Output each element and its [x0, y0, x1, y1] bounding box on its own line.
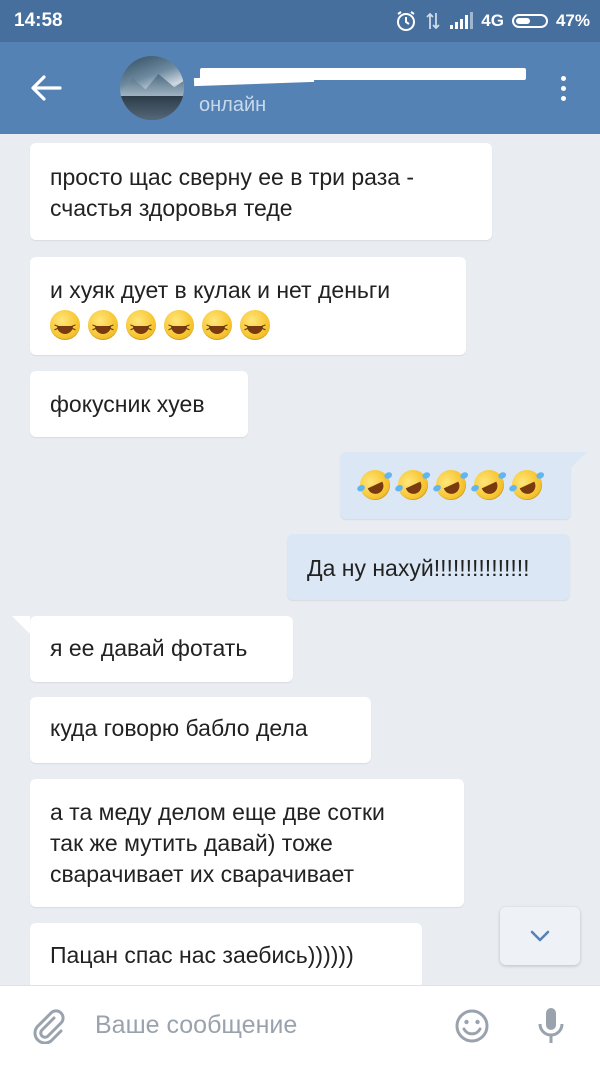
message-outgoing[interactable]: [340, 452, 571, 519]
outgoing-bubble-tail: [569, 452, 587, 470]
smiley-icon: [455, 1009, 489, 1043]
message-incoming[interactable]: просто щас сверну ее в три раза - счасть…: [30, 143, 492, 240]
emoji-button[interactable]: [454, 1008, 490, 1044]
message-incoming[interactable]: Пацан спас нас заебись)))))): [30, 923, 422, 989]
message-incoming[interactable]: фокусник хуев: [30, 371, 248, 437]
network-type: 4G: [481, 11, 504, 30]
emoji-row: [50, 310, 446, 344]
message-text: я ее давай фотать: [50, 635, 248, 661]
message-incoming[interactable]: куда говорю бабло дела: [30, 697, 371, 763]
arrow-left-icon: [31, 75, 62, 101]
battery-level: 47%: [555, 11, 590, 30]
grinning-squinting-face-icon: [50, 310, 80, 344]
microphone-icon: [538, 1008, 564, 1043]
rolling-on-floor-laughing-icon: [355, 465, 395, 505]
message-text: сварачивает их сварачивает: [50, 861, 355, 887]
message-text: Да ну нахуй!!!!!!!!!!!!!!!: [307, 555, 530, 581]
chat-header: онлайн: [0, 42, 600, 134]
message-text: и хуяк дует в кулак и нет деньги: [50, 277, 391, 303]
battery-icon: [511, 14, 548, 28]
scroll-to-bottom-button[interactable]: [500, 907, 580, 965]
message-text: фокусник хуев: [50, 391, 205, 417]
message-text: так же мутить давай) тоже: [50, 830, 333, 856]
paperclip-icon: [33, 1009, 65, 1045]
emoji-row: [355, 465, 551, 505]
message-text: Пацан спас нас заебись)))))): [50, 942, 354, 968]
attach-button[interactable]: [30, 1008, 66, 1045]
status-icons: 4G 47%: [395, 9, 590, 33]
contact-avatar[interactable]: [120, 56, 184, 120]
message-incoming[interactable]: а та меду делом еще две сотки так же мут…: [30, 779, 464, 907]
signal-icon: [449, 12, 474, 30]
grinning-squinting-face-icon: [240, 310, 270, 344]
rolling-on-floor-laughing-icon: [393, 465, 433, 505]
status-time: 14:58: [14, 10, 63, 31]
rolling-on-floor-laughing-icon: [431, 465, 471, 505]
alarm-icon: [395, 10, 417, 32]
rolling-on-floor-laughing-icon: [507, 465, 547, 505]
message-incoming[interactable]: я ее давай фотать: [30, 616, 293, 682]
message-outgoing[interactable]: Да ну нахуй!!!!!!!!!!!!!!!: [287, 534, 570, 600]
back-button[interactable]: [26, 70, 66, 106]
message-composer: Ваше сообщение: [0, 985, 600, 1067]
grinning-squinting-face-icon: [202, 310, 232, 344]
incoming-bubble-tail: [12, 616, 30, 634]
message-input[interactable]: Ваше сообщение: [95, 1011, 297, 1040]
message-text: счастья здоровья теде: [50, 195, 293, 221]
chevron-down-icon: [530, 930, 550, 942]
grinning-squinting-face-icon: [164, 310, 194, 344]
message-incoming[interactable]: и хуяк дует в кулак и нет деньги: [30, 257, 466, 355]
voice-record-button[interactable]: [536, 1006, 566, 1046]
grinning-squinting-face-icon: [126, 310, 156, 344]
message-text: просто щас сверну ее в три раза -: [50, 164, 415, 190]
message-text: а та меду делом еще две сотки: [50, 799, 385, 825]
data-transfer-icon: [425, 11, 441, 31]
grinning-squinting-face-icon: [88, 310, 118, 344]
more-options-button[interactable]: [548, 70, 578, 106]
message-text: куда говорю бабло дела: [50, 715, 308, 741]
rolling-on-floor-laughing-icon: [469, 465, 509, 505]
status-bar: 14:58 4G 47%: [0, 0, 600, 42]
contact-online-status: онлайн: [199, 94, 267, 116]
contact-name-redacted[interactable]: [200, 68, 526, 80]
